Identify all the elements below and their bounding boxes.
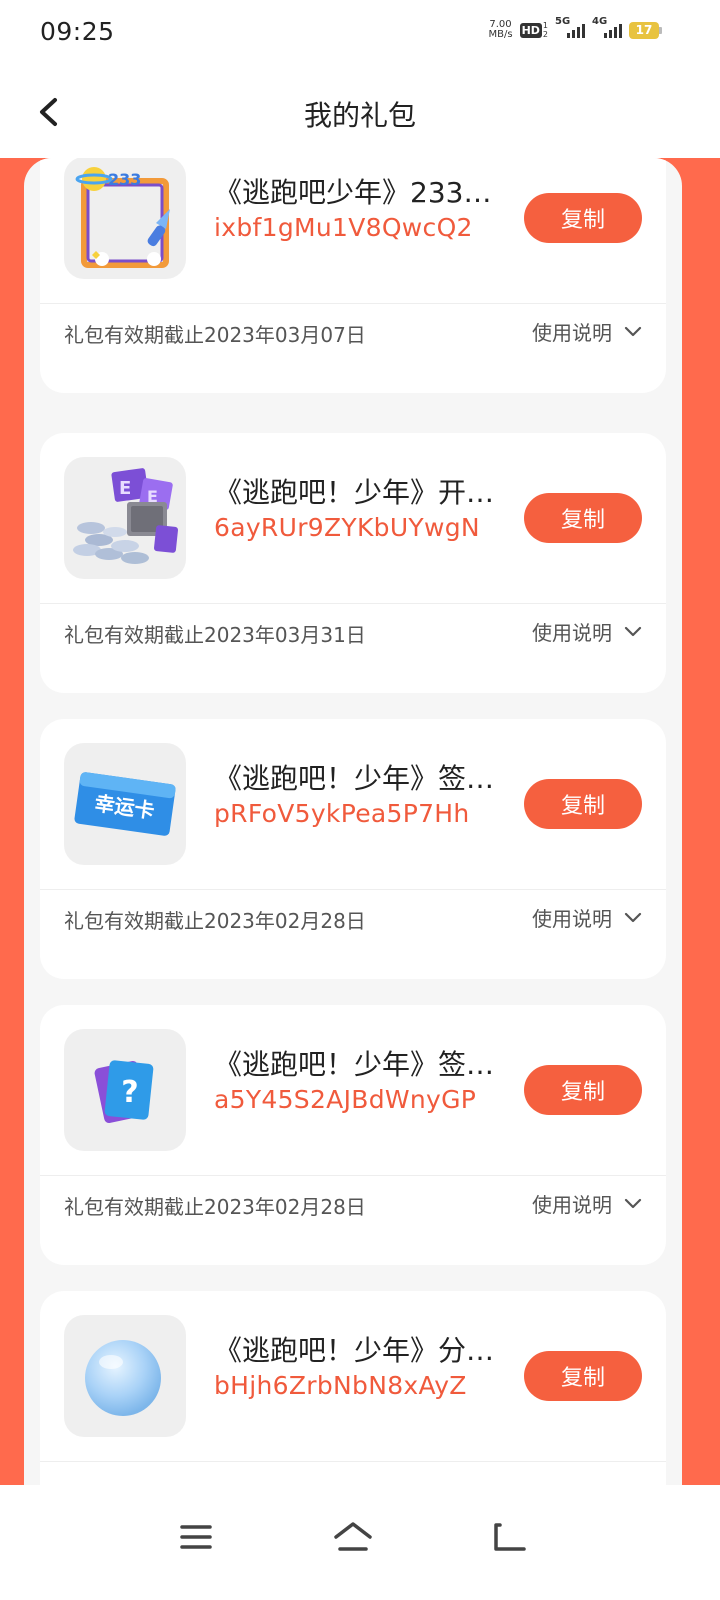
divider [40,303,666,304]
usage-instructions-toggle[interactable]: 使用说明 [532,317,642,346]
menu-button[interactable] [166,1507,226,1567]
mystery-card-icon: ? [64,1029,186,1151]
usage-label: 使用说明 [532,621,612,645]
gift-code: pRFoV5ykPea5P7Hh [214,799,470,828]
usage-instructions-toggle[interactable]: 使用说明 [532,1189,642,1218]
gift-code: 6ayRUr9ZYKbUYwgN [214,513,480,542]
gift-title: 《逃跑吧！少年》开… [214,476,495,509]
copy-button[interactable]: 复制 [524,493,642,543]
gift-card: 《逃跑吧！少年》分… bHjh6ZrbNbN8xAyZ 复制 [40,1291,666,1485]
status-time: 09:25 [40,17,115,46]
gift-code: a5Y45S2AJBdWnyGP [214,1085,477,1114]
gift-expiry: 礼包有效期截止2023年03月31日 [64,623,366,647]
home-icon [334,1522,372,1551]
battery-icon: 17 [629,21,662,39]
divider [40,603,666,604]
svg-text:233: 233 [108,170,141,189]
gift-expiry: 礼包有效期截止2023年02月28日 [64,909,366,933]
avatar-frame-icon: 233 [64,158,186,279]
gift-card: ? 《逃跑吧！少年》签… a5Y45S2AJBdWnyGP 复制 礼包有效期截止… [40,1005,666,1265]
divider [40,1461,666,1462]
battery-level: 17 [629,21,659,39]
copy-button[interactable]: 复制 [524,1351,642,1401]
divider [40,889,666,890]
content-background: 233 《逃跑吧少年》233… ixbf1gMu1V8QwcQ2 复制 礼包有效… [0,158,720,1485]
signal-5g-label: 5G [555,16,571,27]
usage-instructions-toggle[interactable]: 使用说明 [532,617,642,646]
gift-title: 《逃跑吧！少年》签… [214,762,495,795]
hd-voice-icon: HD 1 2 [519,21,548,39]
back-nav-button[interactable] [480,1507,540,1567]
copy-button[interactable]: 复制 [524,1065,642,1115]
usage-instructions-toggle[interactable]: 使用说明 [532,903,642,932]
network-speed: 7.00 MB/s [488,20,512,40]
page-title: 我的礼包 [303,99,416,132]
gift-expiry: 礼包有效期截止2023年03月07日 [64,323,366,347]
usage-label: 使用说明 [532,1193,612,1217]
gift-card: 幸运卡 《逃跑吧！少年》签… pRFoV5ykPea5P7Hh 复制 礼包有效期… [40,719,666,979]
hd-label: HD [519,22,542,38]
header: 我的礼包 [0,66,720,158]
gift-card: 233 《逃跑吧少年》233… ixbf1gMu1V8QwcQ2 复制 礼包有效… [40,158,666,393]
chevron-down-icon [624,1198,642,1208]
chevron-down-icon [624,626,642,636]
hd-sub-2: 2 [542,30,548,39]
divider [40,1175,666,1176]
menu-icon [180,1525,212,1549]
copy-button[interactable]: 复制 [524,193,642,243]
chevron-down-icon [624,912,642,922]
home-button[interactable] [323,1507,383,1567]
hd-sub-1: 1 [542,21,548,30]
status-icons: 7.00 MB/s HD 1 2 5G 4G 17 [488,16,662,40]
signal-4g-icon: 4G [592,16,622,38]
coins-and-boxes-icon: E E [64,457,186,579]
lucky-card-icon: 幸运卡 [64,743,186,865]
gift-code: ixbf1gMu1V8QwcQ2 [214,213,473,242]
signal-4g-label: 4G [592,16,608,27]
system-navigation-bar [0,1485,720,1600]
gift-card: E E 《逃跑吧！少年》开… 6ayRUr9ZYKbUYwgN 复制 礼包有效期… [40,433,666,693]
gift-title: 《逃跑吧少年》233… [214,176,492,209]
gift-title: 《逃跑吧！少年》分… [214,1334,495,1367]
usage-label: 使用说明 [532,321,612,345]
gift-title: 《逃跑吧！少年》签… [214,1048,495,1081]
copy-button[interactable]: 复制 [524,779,642,829]
mystery-card-text: ? [121,1075,138,1110]
usage-label: 使用说明 [532,907,612,931]
snowball-icon [64,1315,186,1437]
svg-text:E: E [119,478,131,499]
network-speed-unit: MB/s [488,29,513,40]
back-icon [494,1523,526,1551]
signal-5g-icon: 5G [555,16,585,38]
status-bar: 09:25 7.00 MB/s HD 1 2 5G 4G 17 [0,0,720,66]
gift-list[interactable]: 233 《逃跑吧少年》233… ixbf1gMu1V8QwcQ2 复制 礼包有效… [24,158,682,1485]
gift-code: bHjh6ZrbNbN8xAyZ [214,1371,467,1400]
chevron-down-icon [624,326,642,336]
gift-expiry: 礼包有效期截止2023年02月28日 [64,1195,366,1219]
